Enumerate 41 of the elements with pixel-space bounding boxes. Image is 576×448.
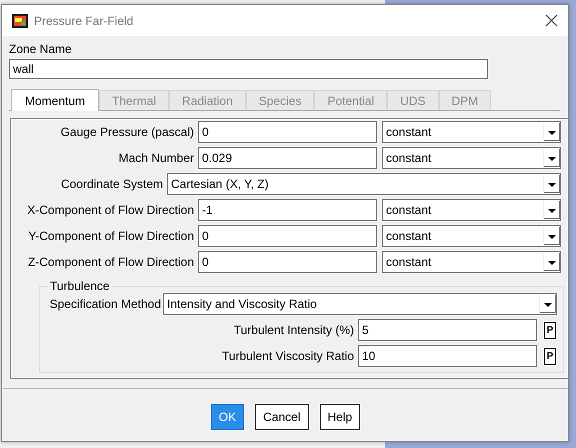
window-title: Pressure Far-Field <box>34 14 134 28</box>
field-label: Turbulent Intensity (%) <box>232 323 354 337</box>
zone-name-label: Zone Name <box>9 42 73 56</box>
method-dropdown[interactable]: Intensity and Viscosity Ratio <box>163 293 557 315</box>
field-label: Y-Component of Flow Direction <box>27 229 194 243</box>
value-field[interactable]: 0 <box>198 121 377 143</box>
value-field[interactable]: 0 <box>198 251 377 273</box>
zone-name-field[interactable]: wall <box>9 59 488 79</box>
method-dropdown[interactable]: constant <box>382 147 561 169</box>
dropdown-arrow-icon[interactable] <box>543 253 560 271</box>
value-field[interactable]: -1 <box>198 199 377 221</box>
field-label: Gauge Pressure (pascal) <box>60 125 194 139</box>
dropdown-arrow-icon[interactable] <box>543 175 560 193</box>
tab[interactable]: Momentum <box>11 89 100 111</box>
close-icon[interactable] <box>545 14 558 27</box>
dialog-button[interactable]: Cancel <box>255 404 308 430</box>
field-label: Z-Component of Flow Direction <box>26 255 194 269</box>
method-dropdown[interactable]: constant <box>382 121 561 143</box>
value-field[interactable]: 0 <box>198 225 377 247</box>
dialog-button[interactable]: Help <box>320 404 360 430</box>
value-field[interactable]: 10 <box>358 345 537 367</box>
field-label: Coordinate System <box>60 177 163 191</box>
field-label: Turbulent Viscosity Ratio <box>220 349 354 363</box>
value-field[interactable]: 0.029 <box>198 147 377 169</box>
parameter-button[interactable]: P <box>544 348 556 364</box>
app-logo-icon <box>12 14 28 28</box>
dropdown-arrow-icon[interactable] <box>543 149 560 167</box>
dropdown-arrow-icon[interactable] <box>543 123 560 141</box>
value-field[interactable]: 5 <box>358 319 537 341</box>
method-dropdown[interactable]: constant <box>382 251 561 273</box>
method-dropdown[interactable]: constant <box>382 199 561 221</box>
field-label: X-Component of Flow Direction <box>26 203 194 217</box>
group-title: Turbulence <box>49 279 111 293</box>
coordinate-dropdown[interactable]: Cartesian (X, Y, Z) <box>167 173 561 195</box>
method-dropdown[interactable]: constant <box>382 225 561 247</box>
field-label: Specification Method <box>48 297 161 311</box>
dropdown-arrow-icon[interactable] <box>543 227 560 245</box>
dropdown-arrow-icon[interactable] <box>543 201 560 219</box>
field-label: Mach Number <box>118 151 194 165</box>
parameter-button[interactable]: P <box>544 322 556 338</box>
dropdown-arrow-icon[interactable] <box>539 295 556 313</box>
